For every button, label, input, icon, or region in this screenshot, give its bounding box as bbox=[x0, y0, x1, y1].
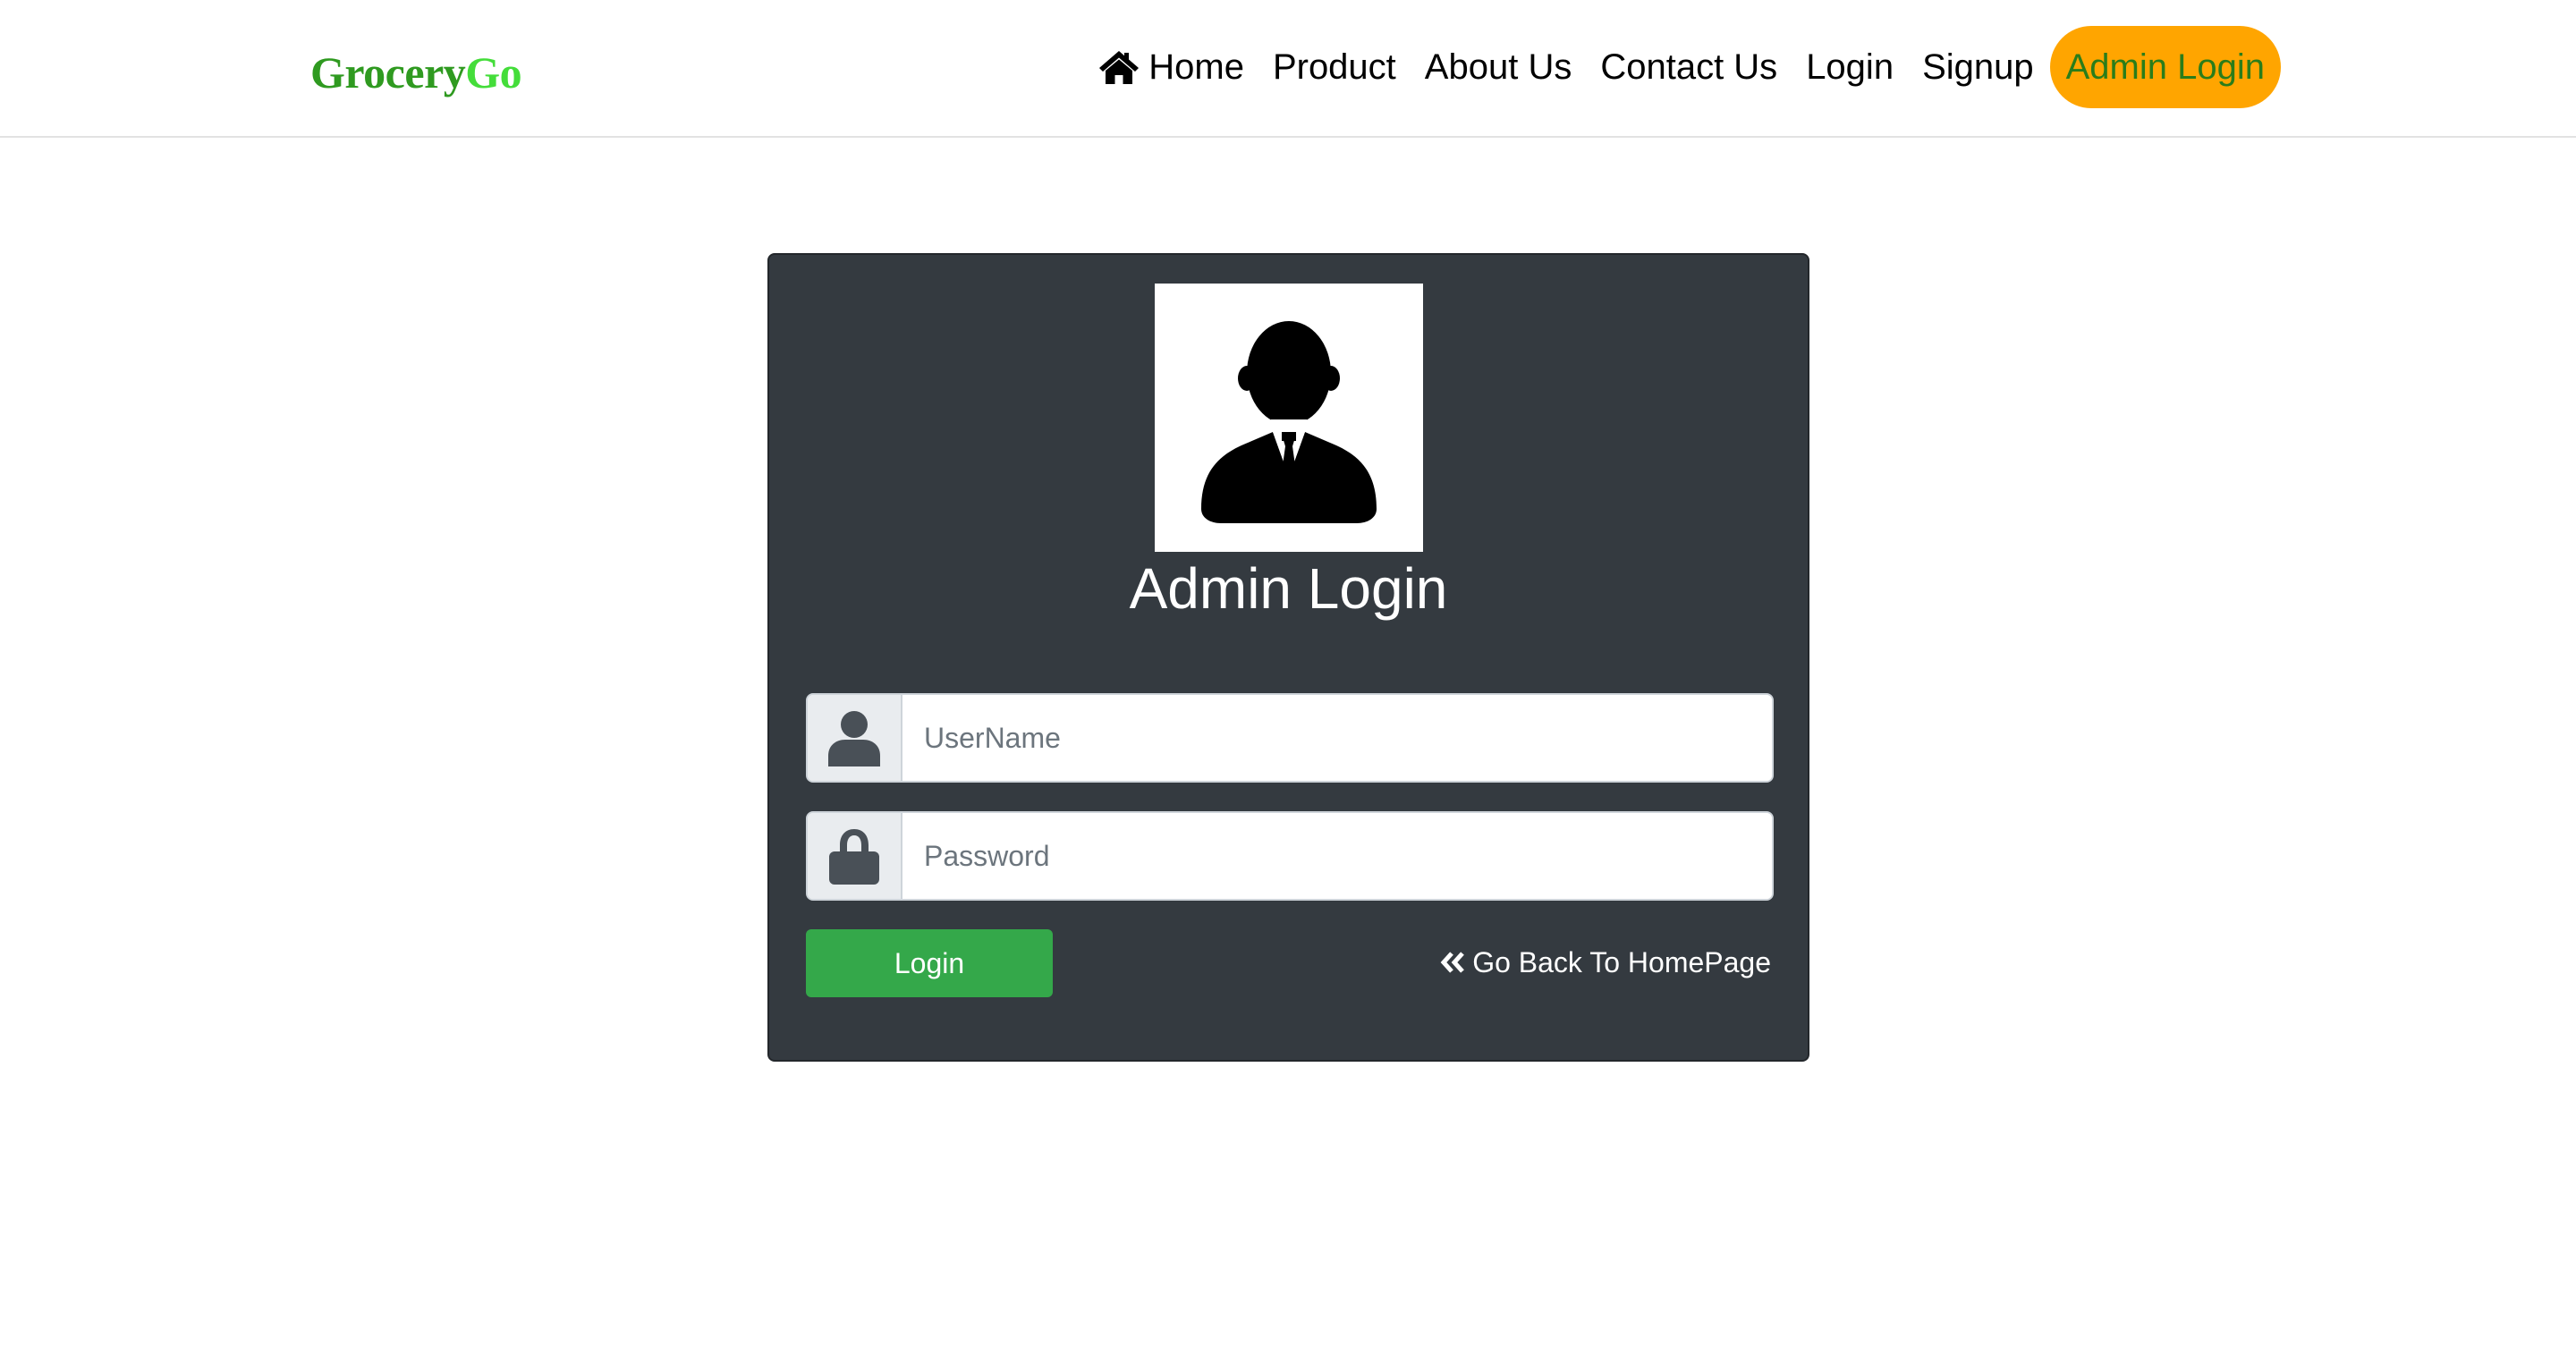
nav-links: Home Product About Us Contact Us Login S… bbox=[1084, 26, 2281, 108]
nav-item-about-us[interactable]: About Us bbox=[1411, 26, 1587, 108]
nav-item-home[interactable]: Home bbox=[1084, 26, 1258, 108]
password-input-group bbox=[806, 811, 1774, 901]
brand-part-grocery: Grocery bbox=[310, 47, 466, 97]
brand-part-go: Go bbox=[465, 47, 522, 97]
lock-icon bbox=[829, 829, 879, 885]
page-title: Admin Login bbox=[1129, 556, 1448, 621]
navbar: GroceryGo Home Product About Us Contact … bbox=[0, 0, 2576, 138]
nav-item-product[interactable]: Product bbox=[1258, 26, 1411, 108]
go-back-homepage-label: Go Back To HomePage bbox=[1472, 945, 1771, 978]
username-input-group bbox=[806, 693, 1774, 783]
nav-item-home-label: Home bbox=[1148, 47, 1244, 87]
username-addon bbox=[808, 695, 902, 781]
user-icon bbox=[828, 711, 880, 766]
admin-avatar-icon bbox=[1155, 284, 1423, 552]
nav-item-admin-login[interactable]: Admin Login bbox=[2049, 26, 2281, 108]
admin-login-card: Admin Login Login Go Back To HomePage bbox=[767, 253, 1809, 1062]
brand-logo[interactable]: GroceryGo bbox=[310, 45, 522, 100]
nav-item-contact-us[interactable]: Contact Us bbox=[1586, 26, 1792, 108]
password-input[interactable] bbox=[902, 813, 1772, 899]
nav-item-login[interactable]: Login bbox=[1792, 26, 1908, 108]
home-icon bbox=[1098, 49, 1140, 85]
username-input[interactable] bbox=[902, 695, 1772, 781]
go-back-homepage-link[interactable]: Go Back To HomePage bbox=[1440, 940, 1771, 985]
nav-item-signup[interactable]: Signup bbox=[1908, 26, 2048, 108]
password-addon bbox=[808, 813, 902, 899]
double-chevron-left-icon bbox=[1440, 952, 1465, 973]
login-button[interactable]: Login bbox=[806, 929, 1053, 997]
